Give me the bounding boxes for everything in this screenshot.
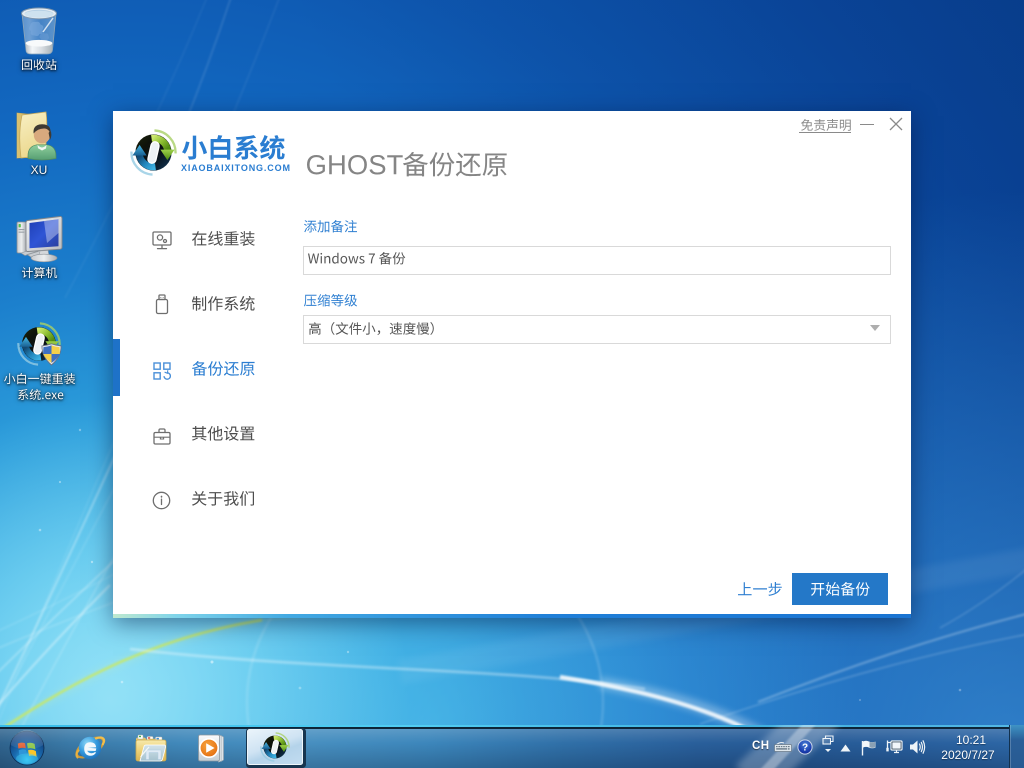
svg-text:?: ? — [802, 743, 808, 754]
